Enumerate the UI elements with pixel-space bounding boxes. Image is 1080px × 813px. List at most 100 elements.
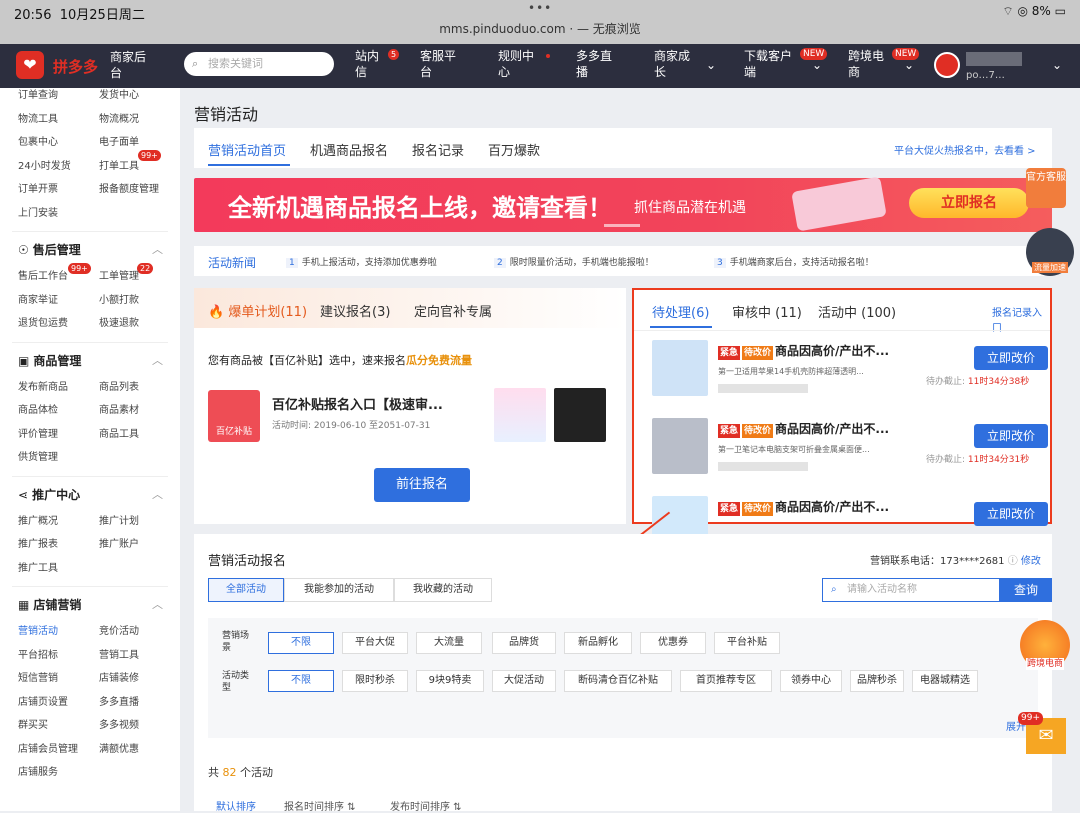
chevron-up-icon[interactable]: ︿: [152, 241, 163, 257]
sidebar-item[interactable]: 发布新商品: [18, 378, 68, 393]
sidebar-section-after_sales[interactable]: ☉ 售后管理: [18, 241, 81, 258]
news-item[interactable]: 2 限时限量价活动，手机端也能报啦！: [494, 255, 654, 268]
sidebar-item[interactable]: 退货包运费: [18, 314, 68, 329]
chevron-down-icon[interactable]: ⌄: [904, 57, 914, 73]
sidebar-item[interactable]: 极速退款: [99, 314, 139, 329]
signup-tab[interactable]: 我收藏的活动: [394, 578, 492, 602]
search-input[interactable]: ⌕ 搜索关键词: [184, 52, 334, 76]
sidebar-item[interactable]: 商品素材: [99, 401, 139, 416]
type-chip[interactable]: 限时秒杀: [342, 670, 408, 692]
traffic-boost-button[interactable]: 流量加速: [1026, 228, 1074, 276]
sidebar-item[interactable]: 短信营销: [18, 669, 58, 684]
sidebar-section-goods[interactable]: ▣ 商品管理: [18, 352, 81, 369]
chevron-up-icon[interactable]: ︿: [152, 596, 163, 612]
tab-directed[interactable]: 定向官补专属: [414, 301, 492, 320]
nav-rules[interactable]: 规则中心: [498, 48, 540, 80]
sidebar-item[interactable]: 平台招标: [18, 646, 58, 661]
pending-title[interactable]: 紧急 待改价 商品因高价/产出不...: [718, 498, 889, 516]
nav-messages[interactable]: 站内信: [355, 48, 385, 80]
sidebar-section-promo[interactable]: ⋖ 推广中心: [18, 486, 80, 503]
sidebar-item[interactable]: 推广账户: [99, 535, 139, 550]
sidebar-item[interactable]: 多多直播: [99, 693, 139, 708]
sidebar-item[interactable]: 包裹中心: [18, 133, 58, 148]
go-signup-button[interactable]: 前往报名: [374, 468, 470, 502]
sidebar-item[interactable]: 小额打款: [99, 291, 139, 306]
logo-text[interactable]: 拼多多: [53, 56, 98, 77]
sidebar-item[interactable]: 店铺服务: [18, 763, 58, 778]
product-thumb[interactable]: [554, 388, 606, 442]
scene-chip[interactable]: 新品孵化: [564, 632, 632, 654]
tab-records[interactable]: 报名记录: [412, 140, 464, 159]
scene-chip[interactable]: 不限: [268, 632, 334, 654]
tab-reviewing[interactable]: 审核中 (11): [732, 302, 802, 321]
pending-title[interactable]: 紧急 待改价 商品因高价/产出不...: [718, 342, 889, 360]
type-chip[interactable]: 大促活动: [492, 670, 556, 692]
sidebar-item[interactable]: 工单管理: [99, 267, 139, 282]
tab-home[interactable]: 营销活动首页: [208, 140, 286, 159]
sidebar-item[interactable]: 营销活动: [18, 622, 58, 637]
sidebar-item[interactable]: 群买买: [18, 716, 48, 731]
scene-chip[interactable]: 品牌货: [492, 632, 556, 654]
chevron-down-icon[interactable]: ⌄: [1052, 57, 1062, 73]
sidebar-item[interactable]: 打单工具: [99, 157, 139, 172]
pending-title[interactable]: 紧急 待改价 商品因高价/产出不...: [718, 420, 889, 438]
sidebar-item[interactable]: 推广计划: [99, 512, 139, 527]
activity-search-input[interactable]: ⌕ 请输入活动名称: [822, 578, 1000, 602]
banner[interactable]: 全新机遇商品报名上线，邀请查看！ 抓住商品潜在机遇 立即报名: [194, 176, 1052, 232]
product-thumb[interactable]: [652, 418, 708, 474]
tab-opportunity[interactable]: 机遇商品报名: [310, 140, 388, 159]
type-chip[interactable]: 不限: [268, 670, 334, 692]
sidebar-item[interactable]: 店铺会员管理: [18, 740, 78, 755]
nav-cross-border[interactable]: 跨境电商: [848, 48, 890, 80]
product-thumb[interactable]: [494, 388, 546, 442]
sidebar-item[interactable]: 店铺装修: [99, 669, 139, 684]
sidebar-item[interactable]: 供货管理: [18, 448, 58, 463]
sidebar-item[interactable]: 报备额度管理: [99, 180, 159, 195]
tab-dots[interactable]: •••: [528, 1, 552, 15]
carousel-dots[interactable]: [604, 224, 640, 227]
sidebar-item[interactable]: 订单查询: [18, 88, 58, 101]
sidebar-item[interactable]: 商家举证: [18, 291, 58, 306]
signup-tab[interactable]: 全部活动: [208, 578, 284, 602]
sidebar-item[interactable]: 店铺页设置: [18, 693, 68, 708]
avatar[interactable]: [934, 52, 960, 78]
nav-download[interactable]: 下载客户端: [744, 48, 800, 80]
type-chip[interactable]: 9块9特卖: [416, 670, 484, 692]
sidebar-item[interactable]: 推广概况: [18, 512, 58, 527]
sidebar-item[interactable]: 推广报表: [18, 535, 58, 550]
scene-chip[interactable]: 大流量: [416, 632, 482, 654]
type-chip[interactable]: 电器城精选: [912, 670, 978, 692]
url-bar[interactable]: mms.pinduoduo.com ⋅ — 无痕浏览: [0, 20, 1080, 37]
type-chip[interactable]: 品牌秒杀: [850, 670, 904, 692]
sidebar-item[interactable]: 商品体检: [18, 401, 58, 416]
sidebar-item[interactable]: 商品列表: [99, 378, 139, 393]
sidebar-item[interactable]: 电子面单: [99, 133, 139, 148]
sidebar-item[interactable]: 商品工具: [99, 425, 139, 440]
reprice-button[interactable]: 立即改价: [974, 346, 1048, 370]
nav-live[interactable]: 多多直播: [576, 48, 618, 80]
edit-link[interactable]: 修改: [1021, 556, 1041, 567]
scene-chip[interactable]: 平台补贴: [714, 632, 780, 654]
sidebar-item[interactable]: 竞价活动: [99, 622, 139, 637]
chevron-up-icon[interactable]: ︿: [152, 352, 163, 368]
type-chip[interactable]: 领券中心: [780, 670, 842, 692]
subsidy-title[interactable]: 百亿补贴报名入口【极速审...: [272, 394, 443, 413]
sidebar-item[interactable]: 发货中心: [99, 88, 139, 101]
sidebar-item[interactable]: 订单开票: [18, 180, 58, 195]
sidebar-item[interactable]: 满额优惠: [99, 740, 139, 755]
product-thumb[interactable]: [652, 340, 708, 396]
sidebar-item[interactable]: 物流工具: [18, 110, 58, 125]
tab-active[interactable]: 活动中 (100): [818, 302, 896, 321]
tab-hot[interactable]: 百万爆款: [488, 140, 540, 159]
news-item[interactable]: 1 手机上报活动，支持添加优惠券啦: [286, 255, 437, 268]
chevron-up-icon[interactable]: ︿: [152, 486, 163, 502]
sidebar-item[interactable]: 评价管理: [18, 425, 58, 440]
pdd-logo-icon[interactable]: ❤: [16, 51, 44, 79]
sidebar-item[interactable]: 物流概况: [99, 110, 139, 125]
signup-tab[interactable]: 我能参加的活动: [284, 578, 394, 602]
sidebar-item[interactable]: 上门安装: [18, 204, 58, 219]
cross-border-button[interactable]: 跨境电商: [1020, 620, 1070, 670]
tab-pending[interactable]: 待处理(6): [652, 302, 709, 321]
sidebar-section-shop[interactable]: ▦ 店铺营销: [18, 596, 81, 613]
sidebar-item[interactable]: 推广工具: [18, 559, 58, 574]
